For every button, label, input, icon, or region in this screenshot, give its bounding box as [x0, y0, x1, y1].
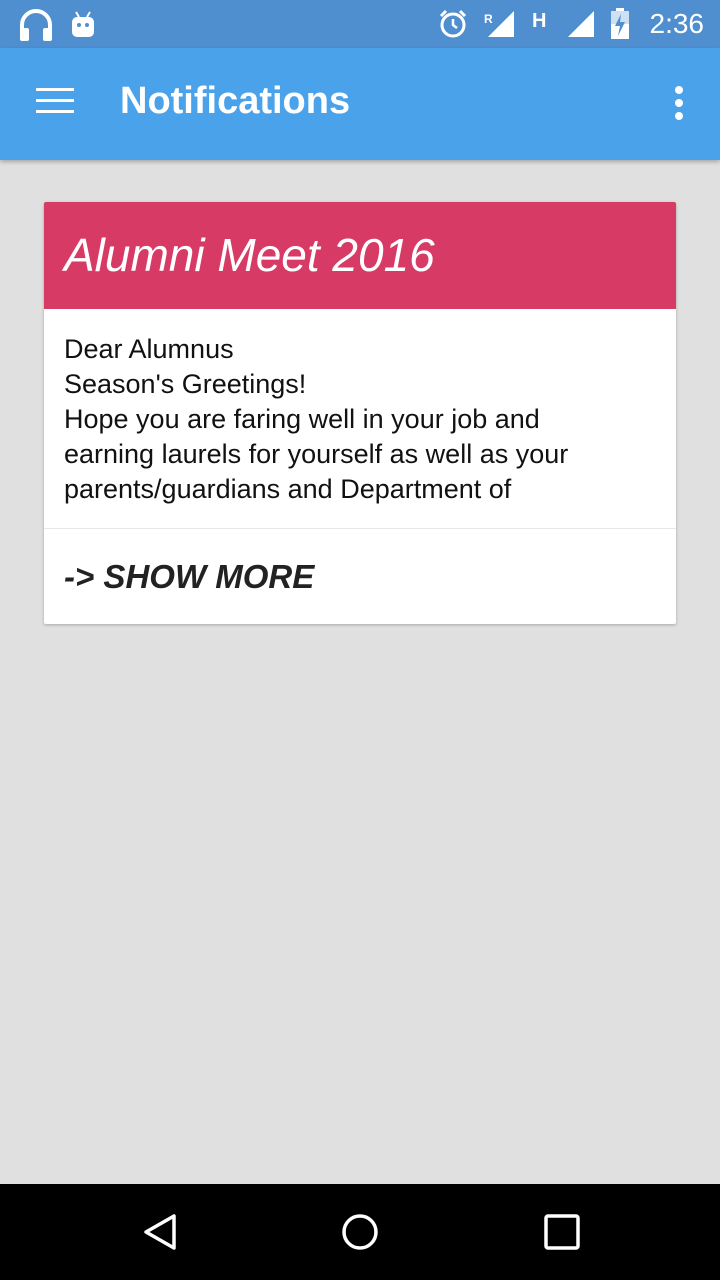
menu-icon[interactable] [36, 88, 76, 120]
signal-icon [564, 9, 596, 39]
notification-card[interactable]: Alumni Meet 2016 Dear Alumnus Season's G… [44, 202, 676, 624]
clock-time: 2:36 [649, 8, 705, 39]
svg-text:H: H [532, 10, 546, 32]
body-line: Hope you are faring well in your job and [64, 404, 540, 434]
body-line: Season's Greetings! [64, 369, 307, 399]
app-bar: Notifications [0, 48, 720, 160]
body-line: Dear Alumnus [64, 334, 234, 364]
show-more-button[interactable]: -> SHOW MORE [64, 558, 314, 596]
battery-charging-icon [610, 8, 630, 40]
body-line: parents/guardians and Department of [64, 474, 512, 504]
signal-r-icon: R [482, 9, 516, 39]
h-network-icon: H [530, 9, 550, 39]
more-options-icon[interactable] [674, 86, 684, 122]
android-icon [70, 10, 96, 40]
alarm-icon [438, 9, 468, 39]
notification-header: Alumni Meet 2016 [44, 202, 676, 309]
svg-text:R: R [484, 12, 493, 26]
back-icon[interactable] [140, 1212, 180, 1252]
home-icon[interactable] [340, 1212, 380, 1252]
status-bar: R H 2:36 [0, 0, 720, 48]
body-line: earning laurels for yourself as well as … [64, 439, 569, 469]
page-title: Notifications [120, 80, 351, 122]
navigation-bar [0, 1184, 720, 1280]
notification-body: Dear Alumnus Season's Greetings! Hope yo… [64, 332, 664, 507]
recents-icon[interactable] [542, 1212, 582, 1252]
card-divider [44, 528, 676, 529]
notification-title: Alumni Meet 2016 [64, 229, 435, 281]
headphones-icon [18, 8, 54, 42]
